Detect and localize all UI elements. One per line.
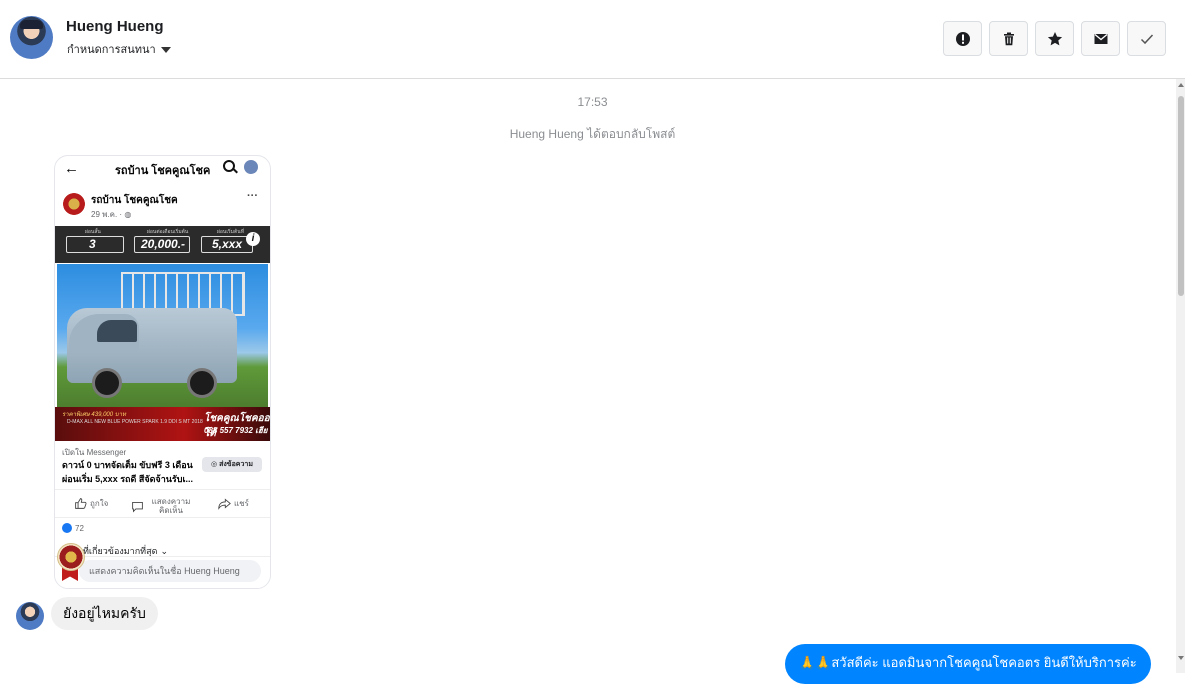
more-options-icon: ··· (247, 190, 258, 202)
contact-avatar[interactable] (10, 16, 53, 59)
trash-icon (1003, 32, 1014, 45)
post-author: รถบ้าน โชคคูณโชค (91, 195, 178, 206)
star-button[interactable] (1035, 21, 1074, 56)
scroll-up-arrow-icon[interactable] (1178, 83, 1184, 87)
banner-small-3: ผ่อนเริ่มต้นที่ (217, 229, 245, 235)
reaction-bar: ถูกใจ แสดงความคิดเห็น แชร์ (55, 489, 270, 518)
share-arrow-icon (218, 498, 231, 510)
conversation-header: Hueng Hueng กำหนดการสนทนา (0, 0, 1185, 79)
received-message-bubble: ยังอยู่ไหมครับ (51, 597, 158, 630)
banner-value-2: 20,000.- (141, 237, 186, 251)
share-button[interactable]: แชร์ (218, 497, 249, 510)
like-reaction-icon (62, 523, 72, 533)
banner-value-3: 5,xxx (212, 237, 243, 251)
cta-text-line1: ดาวน์ 0 บาทจัดเต็ม ขับฟรี 3 เดือน (62, 460, 193, 470)
like-button[interactable]: ถูกใจ (74, 497, 108, 510)
conversation-settings-label: กำหนดการสนทนา (67, 44, 156, 56)
delete-button[interactable] (989, 21, 1028, 56)
check-icon (1140, 33, 1153, 44)
sender-avatar (16, 602, 44, 630)
post-header: รถบ้าน โชคคูณโชค 29 พ.ค. · ◍ ··· (55, 190, 270, 222)
chevron-down-icon: ⌄ (160, 545, 168, 556)
comment-input[interactable]: แสดงความคิดเห็นในชื่อ Hueng Hueng (79, 560, 261, 582)
messenger-cta: เปิดใน Messenger ดาวน์ 0 บาทจัดเต็ม ขับฟ… (55, 441, 270, 490)
like-count: 72 (62, 523, 84, 533)
price-line: ราคาพิเศษ 439,000 บาท (62, 412, 126, 418)
banner-small-2: ผ่อนต่อเดือนเริ่มต้น (147, 229, 189, 235)
promo-banner: ผ่อนสั้น ผ่อนต่อเดือนเริ่มต้น ผ่อนเริ่มต… (55, 226, 270, 263)
post-top-bar: ← รถบ้าน โชคคูณโชค (55, 156, 270, 180)
messenger-icon: ◎ (211, 461, 220, 468)
mark-unread-button[interactable] (1081, 21, 1120, 56)
post-page-title: รถบ้าน โชคคูณโชค (115, 165, 211, 177)
banner-small-1: ผ่อนสั้น (85, 229, 101, 235)
reply-notice: Hueng Hueng ได้ตอบกลับโพสต์ (509, 127, 676, 141)
scrollbar-thumb[interactable] (1178, 96, 1184, 296)
cta-text-line2: ผ่อนเริ่ม 5,xxx รถดี สีจัดจ้านรับเ... (62, 474, 194, 484)
banner-box-2: 20,000.- (134, 236, 190, 253)
send-message-button[interactable]: ◎ ส่งข้อความ (202, 457, 262, 472)
globe-icon: ◍ (124, 210, 132, 219)
envelope-icon (1094, 33, 1107, 44)
thumbs-up-icon (75, 498, 87, 509)
search-icon (223, 160, 235, 172)
back-arrow-icon: ← (64, 160, 79, 177)
contact-name[interactable]: Hueng Hueng (66, 18, 164, 35)
model-line: D-MAX ALL NEW BLUE POWER SPARK 1.9 DDI S… (67, 419, 203, 425)
exclamation-icon (955, 31, 970, 46)
profile-mini-avatar (244, 160, 258, 174)
star-icon (1047, 31, 1062, 45)
truck-photo (57, 264, 268, 407)
caret-down-icon (160, 46, 171, 53)
conversation-settings-dropdown[interactable]: กำหนดการสนทนา (67, 40, 171, 58)
message-timestamp: 17:53 (577, 95, 608, 109)
scroll-down-arrow-icon[interactable] (1178, 656, 1184, 660)
page-avatar (63, 193, 85, 215)
done-button[interactable] (1127, 21, 1166, 56)
comment-button[interactable]: แสดงความคิดเห็น (131, 497, 195, 515)
banner-value-1: 3 (89, 237, 96, 251)
banner-box-1: 3 (66, 236, 124, 253)
sent-message-bubble: 🙏🙏สวัสดีค่ะ แอดมินจากโชคคูณโชคอตร ยินดีใ… (785, 644, 1151, 684)
post-date: 29 พ.ค. · ◍ (91, 210, 132, 219)
info-icon: i (246, 232, 260, 246)
page-badge-avatar (54, 543, 86, 581)
photo-footer: ราคาพิเศษ 439,000 บาท D-MAX ALL NEW BLUE… (55, 407, 270, 448)
shared-post-card[interactable]: ← รถบ้าน โชคคูณโชค รถบ้าน โชคคูณโชค 29 พ… (54, 155, 271, 589)
comment-composer: แสดงความคิดเห็นในชื่อ Hueng Hueng (55, 556, 270, 588)
report-button[interactable] (943, 21, 982, 56)
header-actions (943, 21, 1166, 56)
comment-bubble-icon (132, 501, 143, 512)
